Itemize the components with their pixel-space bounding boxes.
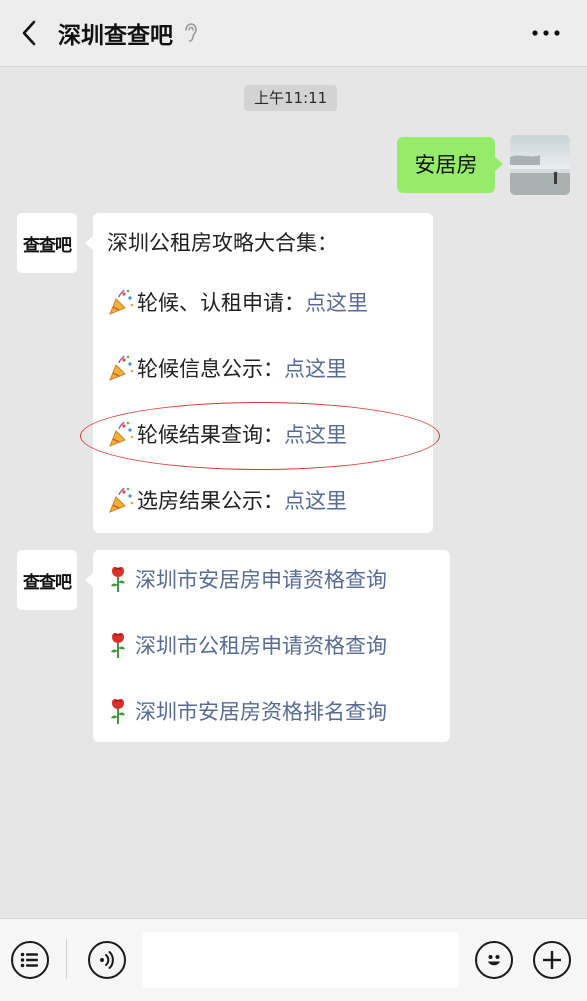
bot-avatar[interactable]: 查查吧 — [17, 213, 77, 273]
item-label: 轮候、认租申请： — [137, 291, 305, 315]
list-item: 轮候结果查询： 点这里 — [107, 419, 347, 449]
item-label: 轮候结果查询： — [137, 423, 284, 447]
ear-icon — [183, 22, 201, 44]
bot-avatar[interactable]: 查查吧 — [17, 550, 77, 610]
more-icon — [532, 30, 560, 36]
click-here-link[interactable]: 点这里 — [284, 353, 347, 383]
chat-header: 深圳查查吧 — [0, 0, 587, 67]
outgoing-message-bubble[interactable]: 安居房 — [397, 137, 503, 193]
add-button[interactable] — [533, 941, 571, 979]
list-item: 选房结果公示： 点这里 — [107, 485, 347, 515]
incoming-message-bubble: 深圳公租房攻略大合集： 轮候、认租申请： 点这里 轮候信息公示： 点这里 轮候结… — [85, 213, 433, 533]
link-item[interactable]: 深圳市安居房资格排名查询 — [107, 696, 387, 726]
party-popper-icon — [109, 289, 134, 315]
emoji-button[interactable] — [475, 941, 513, 979]
menu-button[interactable] — [11, 941, 49, 979]
party-popper-icon — [109, 355, 134, 381]
intro-text: 深圳公租房攻略大合集： — [107, 231, 338, 255]
link-text[interactable]: 深圳市安居房资格排名查询 — [135, 696, 387, 726]
message-intro: 深圳公租房攻略大合集： — [107, 227, 338, 257]
divider — [66, 939, 67, 979]
voice-icon — [100, 951, 114, 969]
plus-icon — [543, 951, 561, 969]
self-avatar[interactable] — [510, 135, 570, 195]
link-item[interactable]: 深圳市公租房申请资格查询 — [107, 630, 387, 660]
back-button[interactable] — [14, 16, 44, 50]
link-text[interactable]: 深圳市安居房申请资格查询 — [135, 564, 387, 594]
list-item: 轮候、认租申请： 点这里 — [107, 287, 368, 317]
click-here-link[interactable]: 点这里 — [284, 419, 347, 449]
title-area: 深圳查查吧 — [58, 0, 201, 66]
chevron-left-icon — [22, 20, 36, 46]
incoming-message-bubble: 深圳市安居房申请资格查询 深圳市公租房申请资格查询 深圳市安居房资格排名查询 — [85, 550, 450, 742]
click-here-link[interactable]: 点这里 — [284, 485, 347, 515]
more-button[interactable] — [529, 18, 563, 48]
item-label: 轮候信息公示： — [137, 357, 284, 381]
link-text[interactable]: 深圳市公租房申请资格查询 — [135, 630, 387, 660]
chat-title: 深圳查查吧 — [58, 23, 173, 49]
menu-list-icon — [20, 952, 38, 968]
party-popper-icon — [109, 487, 134, 513]
message-input[interactable] — [142, 932, 459, 988]
message-timestamp: 上午11:11 — [244, 85, 338, 111]
party-popper-icon — [109, 421, 134, 447]
rose-icon — [111, 567, 125, 592]
emoji-icon — [488, 955, 500, 966]
input-bar — [0, 918, 587, 1001]
link-item[interactable]: 深圳市安居房申请资格查询 — [107, 564, 387, 594]
click-here-link[interactable]: 点这里 — [305, 287, 368, 317]
list-item: 轮候信息公示： 点这里 — [107, 353, 347, 383]
rose-icon — [111, 699, 125, 724]
bot-logo-text: 查查吧 — [23, 235, 72, 256]
voice-button[interactable] — [88, 941, 126, 979]
item-label: 选房结果公示： — [137, 489, 284, 513]
rose-icon — [111, 633, 125, 658]
bot-logo-text: 查查吧 — [23, 572, 72, 593]
